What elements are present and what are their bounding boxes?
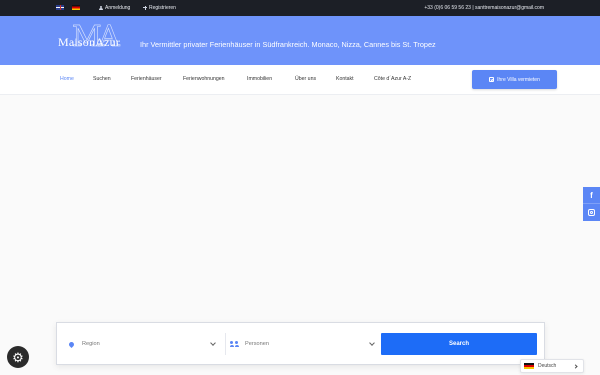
language-switcher[interactable]: Deutsch [520, 359, 584, 373]
header-banner: MA MaisonAzur Ihr Vermittler privater Fe… [0, 16, 600, 65]
site-logo[interactable]: MA MaisonAzur [58, 21, 134, 62]
map-pin-icon [67, 340, 76, 348]
register-link[interactable]: Registrieren [143, 5, 176, 11]
region-select[interactable]: Region [65, 333, 219, 355]
chevron-down-icon [210, 340, 216, 346]
nav-immobilien[interactable]: Immobilien [247, 76, 272, 82]
region-placeholder: Region [82, 341, 100, 347]
people-icon [229, 341, 239, 347]
login-link[interactable]: Anmeldung [99, 5, 130, 11]
rent-villa-button[interactable]: Ihre Villa vermieten [472, 70, 557, 89]
search-form: Region Personen Search [56, 322, 545, 365]
search-button[interactable]: Search [381, 333, 537, 355]
chevron-down-icon [369, 340, 375, 346]
nav-ueber-uns[interactable]: Über uns [295, 76, 316, 82]
german-flag-icon [524, 363, 534, 369]
top-bar: Anmeldung Registrieren +33 (0)6 06 59 56… [0, 0, 600, 16]
contact-info[interactable]: +33 (0)6 06 59 56 23 | santtremaisonazur… [424, 5, 544, 11]
rent-villa-label: Ihre Villa vermieten [497, 76, 540, 83]
nav-suchen[interactable]: Suchen [93, 76, 111, 82]
chevron-right-icon [573, 363, 578, 369]
language-label: Deutsch [538, 363, 557, 369]
instagram-icon [588, 209, 595, 216]
german-flag-icon[interactable] [72, 5, 80, 10]
plus-icon [143, 5, 147, 10]
english-flag-icon[interactable] [56, 5, 64, 10]
gear-icon[interactable]: ⚙ [7, 346, 29, 368]
nav-ferienhaeuser[interactable]: Ferienhäuser [131, 76, 162, 82]
tagline: Ihr Vermittler privater Ferienhäuser in … [140, 40, 436, 49]
social-sidebar: f [583, 187, 600, 221]
nav-ferienwohnungen[interactable]: Ferienwohnungen [183, 76, 225, 82]
main-navigation: Home Suchen Ferienhäuser Ferienwohnungen… [0, 65, 600, 95]
checkbox-icon [489, 77, 495, 82]
logo-text: MaisonAzur [58, 35, 120, 49]
nav-home[interactable]: Home [60, 76, 74, 82]
user-icon [99, 5, 103, 10]
facebook-button[interactable]: f [583, 187, 600, 204]
nav-cote-dazur[interactable]: Côte d´Azur A-Z [374, 76, 411, 82]
instagram-button[interactable] [583, 204, 600, 221]
register-label: Registrieren [149, 4, 176, 11]
facebook-icon: f [590, 190, 593, 200]
login-label: Anmeldung [105, 4, 131, 11]
persons-select[interactable]: Personen [225, 333, 378, 355]
nav-kontakt[interactable]: Kontakt [336, 76, 354, 82]
persons-placeholder: Personen [245, 341, 269, 347]
